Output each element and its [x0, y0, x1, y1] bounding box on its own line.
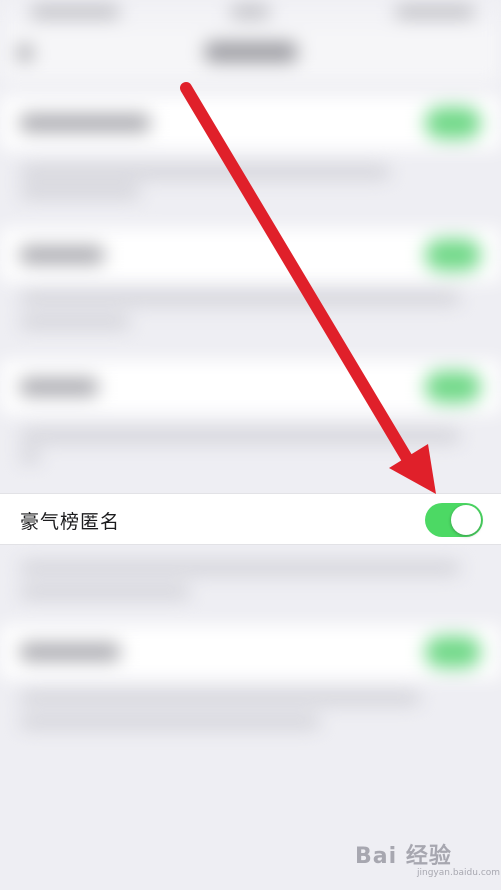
anonymous-toggle[interactable] [425, 503, 483, 537]
back-icon [18, 46, 32, 60]
blurred-setting-row [0, 360, 501, 414]
blurred-setting-row [0, 96, 501, 150]
setting-label: 豪气榜匿名 [20, 511, 121, 533]
baidu-jingyan-watermark: Bai 经验 jingyan.baidu.com [355, 836, 500, 884]
watermark-url: jingyan.baidu.com [417, 868, 501, 878]
blurred-background [0, 0, 501, 890]
blurred-setting-row [0, 228, 501, 282]
setting-row-anonymous-leaderboard: 豪气榜匿名 [0, 493, 501, 545]
navigation-bar [0, 26, 501, 82]
watermark-brand: Bai 经验 [355, 844, 452, 869]
toggle-knob [451, 505, 481, 535]
status-bar [0, 0, 501, 26]
blurred-setting-row [0, 625, 501, 679]
